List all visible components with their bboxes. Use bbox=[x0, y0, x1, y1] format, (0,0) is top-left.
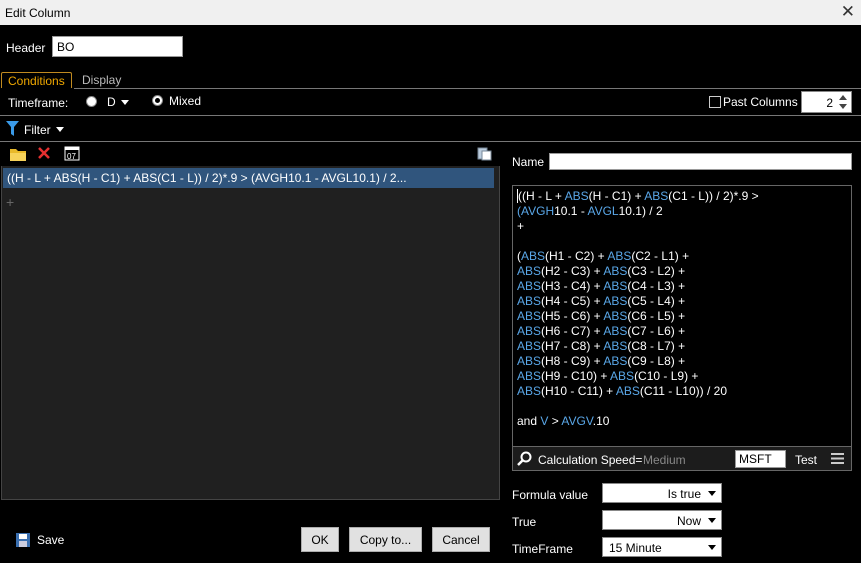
calc-speed-value: Medium bbox=[643, 453, 686, 467]
chevron-down-icon bbox=[708, 545, 716, 550]
radio-d[interactable] bbox=[86, 96, 97, 107]
save-label[interactable]: Save bbox=[37, 533, 64, 547]
conditions-toolbar: 07 bbox=[1, 144, 500, 166]
stepper-up-icon[interactable] bbox=[839, 95, 847, 100]
chevron-down-icon[interactable] bbox=[121, 100, 129, 105]
condition-row[interactable]: ((H - L + ABS(H - C1) + ABS(C1 - L)) / 2… bbox=[3, 168, 494, 188]
true-label: True bbox=[512, 515, 537, 529]
header-label: Header bbox=[6, 41, 46, 55]
hamburger-icon[interactable] bbox=[831, 453, 844, 464]
cancel-button[interactable]: Cancel bbox=[432, 527, 490, 552]
add-condition-icon[interactable]: + bbox=[6, 194, 14, 210]
timeframe-selected: 15 Minute bbox=[609, 541, 662, 555]
copy-to-button[interactable]: Copy to... bbox=[349, 527, 422, 552]
funnel-icon[interactable] bbox=[6, 121, 19, 136]
stepper-down-icon[interactable] bbox=[839, 104, 847, 109]
name-input[interactable] bbox=[549, 153, 852, 170]
svg-text:07: 07 bbox=[67, 152, 76, 161]
formula-value-label: Formula value bbox=[512, 488, 589, 502]
header-input[interactable] bbox=[52, 36, 183, 57]
radio-mixed-label: Mixed bbox=[169, 94, 202, 108]
calc-speed-label: Calculation Speed= bbox=[538, 453, 643, 467]
paste-icon[interactable] bbox=[477, 146, 492, 161]
ok-button[interactable]: OK bbox=[301, 527, 339, 552]
stepper-value: 2 bbox=[826, 96, 833, 110]
folder-icon[interactable] bbox=[10, 147, 26, 161]
chevron-down-icon bbox=[708, 491, 716, 496]
name-label: Name bbox=[512, 155, 545, 169]
true-selected: Now bbox=[676, 514, 701, 528]
timeframe-select-label: TimeFrame bbox=[512, 542, 573, 556]
formula-editor[interactable]: ((H - L + ABS(H - C1) + ABS(C1 - L)) / 2… bbox=[512, 185, 852, 447]
delete-icon[interactable] bbox=[37, 146, 51, 160]
timeframe-select[interactable]: 15 Minute bbox=[602, 537, 722, 557]
formula-value-selected: Is true bbox=[667, 487, 701, 501]
title-bar: Edit Column ✕ bbox=[0, 0, 861, 25]
formula-value-select[interactable]: Is true bbox=[602, 483, 722, 503]
radio-mixed[interactable] bbox=[152, 95, 163, 106]
symbol-input[interactable] bbox=[735, 450, 786, 468]
test-button[interactable]: Test bbox=[795, 453, 817, 467]
filter-divider bbox=[0, 141, 861, 142]
tab-display[interactable]: Display bbox=[76, 72, 127, 88]
radio-d-label: D bbox=[107, 95, 116, 109]
floppy-icon[interactable] bbox=[16, 533, 30, 547]
filter-chevron-down-icon[interactable] bbox=[56, 127, 64, 132]
magnifier-icon[interactable] bbox=[517, 451, 532, 466]
close-icon[interactable]: ✕ bbox=[841, 2, 855, 22]
tab-divider bbox=[74, 88, 861, 89]
tab-conditions[interactable]: Conditions bbox=[1, 72, 72, 88]
true-select[interactable]: Now bbox=[602, 510, 722, 530]
past-columns-label: Past Columns bbox=[723, 95, 798, 109]
timeframe-label: Timeframe: bbox=[8, 96, 69, 110]
chevron-down-icon bbox=[708, 518, 716, 523]
filter-label[interactable]: Filter bbox=[24, 123, 51, 137]
calculation-speed-bar: Calculation Speed= Medium Test bbox=[512, 447, 852, 471]
past-columns-stepper[interactable]: 2 bbox=[801, 91, 852, 113]
timeframe-divider bbox=[0, 115, 861, 116]
window-title: Edit Column bbox=[5, 6, 71, 20]
past-columns-checkbox[interactable] bbox=[709, 96, 721, 108]
calendar-icon[interactable]: 07 bbox=[64, 145, 80, 161]
conditions-panel bbox=[1, 144, 500, 500]
